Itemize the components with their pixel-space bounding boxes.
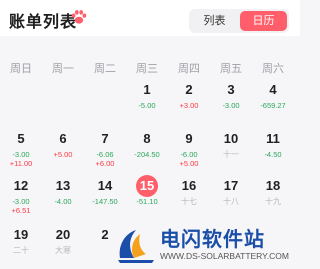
calendar-day-cell[interactable]: 6 +5.00: [42, 128, 84, 172]
day-number: 13: [55, 178, 71, 193]
expense-amount: -3.00: [222, 101, 240, 110]
day-number: 14: [97, 178, 113, 193]
watermark-title: 电闪软件站: [160, 229, 265, 251]
expense-amount: -3.00: [12, 197, 30, 206]
calendar-day-cell[interactable]: 15 -51.10: [126, 175, 168, 219]
day-number: 5: [17, 131, 25, 146]
day-number: 18: [265, 178, 281, 193]
calendar-day-cell[interactable]: 13 -4.00: [42, 175, 84, 219]
expense-amount: -51.10: [136, 197, 158, 206]
lunar-date: 十七: [181, 197, 197, 206]
calendar-day-cell[interactable]: 18 十九: [252, 175, 294, 219]
today-day-number: 15: [136, 175, 158, 197]
day-number: 8: [143, 131, 151, 146]
expense-amount: -659.27: [260, 101, 286, 110]
calendar-day-cell[interactable]: 8 -204.50: [126, 128, 168, 172]
day-number: 4: [269, 82, 277, 97]
watermark: 电闪软件站 WWW.DS-SOLARBATTERY.COM: [114, 222, 300, 269]
calendar-day-cell[interactable]: 2 +3.00: [168, 79, 210, 123]
expense-amount: -5.00: [138, 101, 156, 110]
day-number: 3: [227, 82, 235, 97]
calendar-day-cell[interactable]: 14 -147.50: [84, 175, 126, 219]
expense-amount: -6.00: [180, 150, 198, 159]
income-amount: +5.00: [179, 159, 199, 168]
income-amount: +3.00: [179, 101, 199, 110]
calendar-day-cell[interactable]: 7 -6.06 +6.00: [84, 128, 126, 172]
income-amount: +5.00: [53, 150, 73, 159]
calendar-day-cell[interactable]: 20 大寒: [42, 224, 84, 268]
calendar-day-cell[interactable]: 4 -659.27: [252, 79, 294, 123]
lunar-date: 二十: [13, 246, 29, 255]
day-number: 19: [13, 227, 29, 242]
day-number: 1: [143, 82, 151, 97]
day-number: 2: [101, 227, 109, 242]
expense-amount: -147.50: [92, 197, 118, 206]
income-amount: +6.51: [11, 206, 31, 215]
lunar-date: 十九: [265, 197, 281, 206]
watermark-url: WWW.DS-SOLARBATTERY.COM: [160, 251, 289, 261]
day-number: 17: [223, 178, 239, 193]
day-number: 16: [181, 178, 197, 193]
expense-amount: -6.06: [96, 150, 114, 159]
calendar-day-cell[interactable]: 3 -3.00: [210, 79, 252, 123]
expense-amount: -204.50: [134, 150, 160, 159]
lunar-date: 十一: [223, 150, 239, 159]
day-number: 11: [266, 131, 280, 146]
lunar-date: 大寒: [55, 246, 71, 255]
day-number: 20: [55, 227, 71, 242]
day-number: 2: [185, 82, 193, 97]
income-amount: +11.00: [9, 159, 33, 168]
calendar-day-cell[interactable]: 5 -3.00 +11.00: [0, 128, 42, 172]
lunar-date: 十八: [223, 197, 239, 206]
calendar-day-cell[interactable]: 10 十一: [210, 128, 252, 172]
day-number: 7: [101, 131, 109, 146]
calendar-day-cell[interactable]: 12 -3.00 +6.51: [0, 175, 42, 219]
income-amount: +6.00: [95, 159, 115, 168]
day-number: 12: [13, 178, 29, 193]
calendar-day-cell[interactable]: 11 -4.50: [252, 128, 294, 172]
day-number: 9: [185, 131, 193, 146]
expense-amount: -4.00: [54, 197, 72, 206]
calendar-day-cell[interactable]: 17 十八: [210, 175, 252, 219]
calendar-day-cell[interactable]: 16 十七: [168, 175, 210, 219]
expense-amount: -3.00: [12, 150, 30, 159]
day-number: 6: [59, 131, 67, 146]
site-logo-icon: [118, 230, 154, 263]
calendar-day-cell[interactable]: 1 -5.00: [126, 79, 168, 123]
day-number: 10: [223, 131, 239, 146]
expense-amount: -4.50: [264, 150, 282, 159]
calendar-day-cell[interactable]: 19 二十: [0, 224, 42, 268]
calendar-day-cell[interactable]: 9 -6.00 +5.00: [168, 128, 210, 172]
